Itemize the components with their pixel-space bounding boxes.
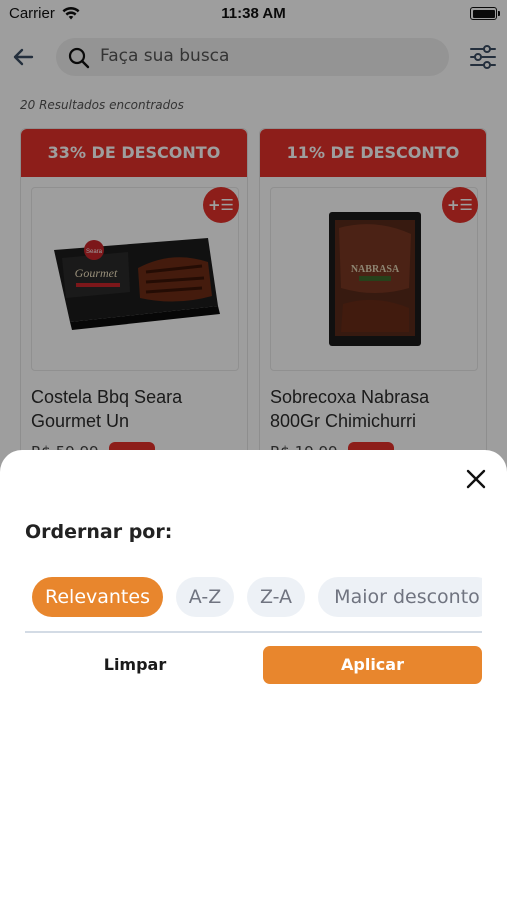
sort-option-z-a[interactable]: Z-A	[247, 577, 305, 617]
apply-button[interactable]: Aplicar	[263, 646, 482, 684]
clear-button[interactable]: Limpar	[70, 646, 200, 684]
sort-title: Ordernar por:	[25, 521, 173, 543]
sort-option-maior-desconto[interactable]: Maior desconto	[318, 577, 482, 617]
divider	[25, 631, 482, 633]
sort-options: Relevantes A-Z Z-A Maior desconto	[0, 577, 482, 617]
sort-option-relevantes[interactable]: Relevantes	[32, 577, 163, 617]
sort-option-a-z[interactable]: A-Z	[176, 577, 234, 617]
close-icon[interactable]	[466, 469, 486, 489]
